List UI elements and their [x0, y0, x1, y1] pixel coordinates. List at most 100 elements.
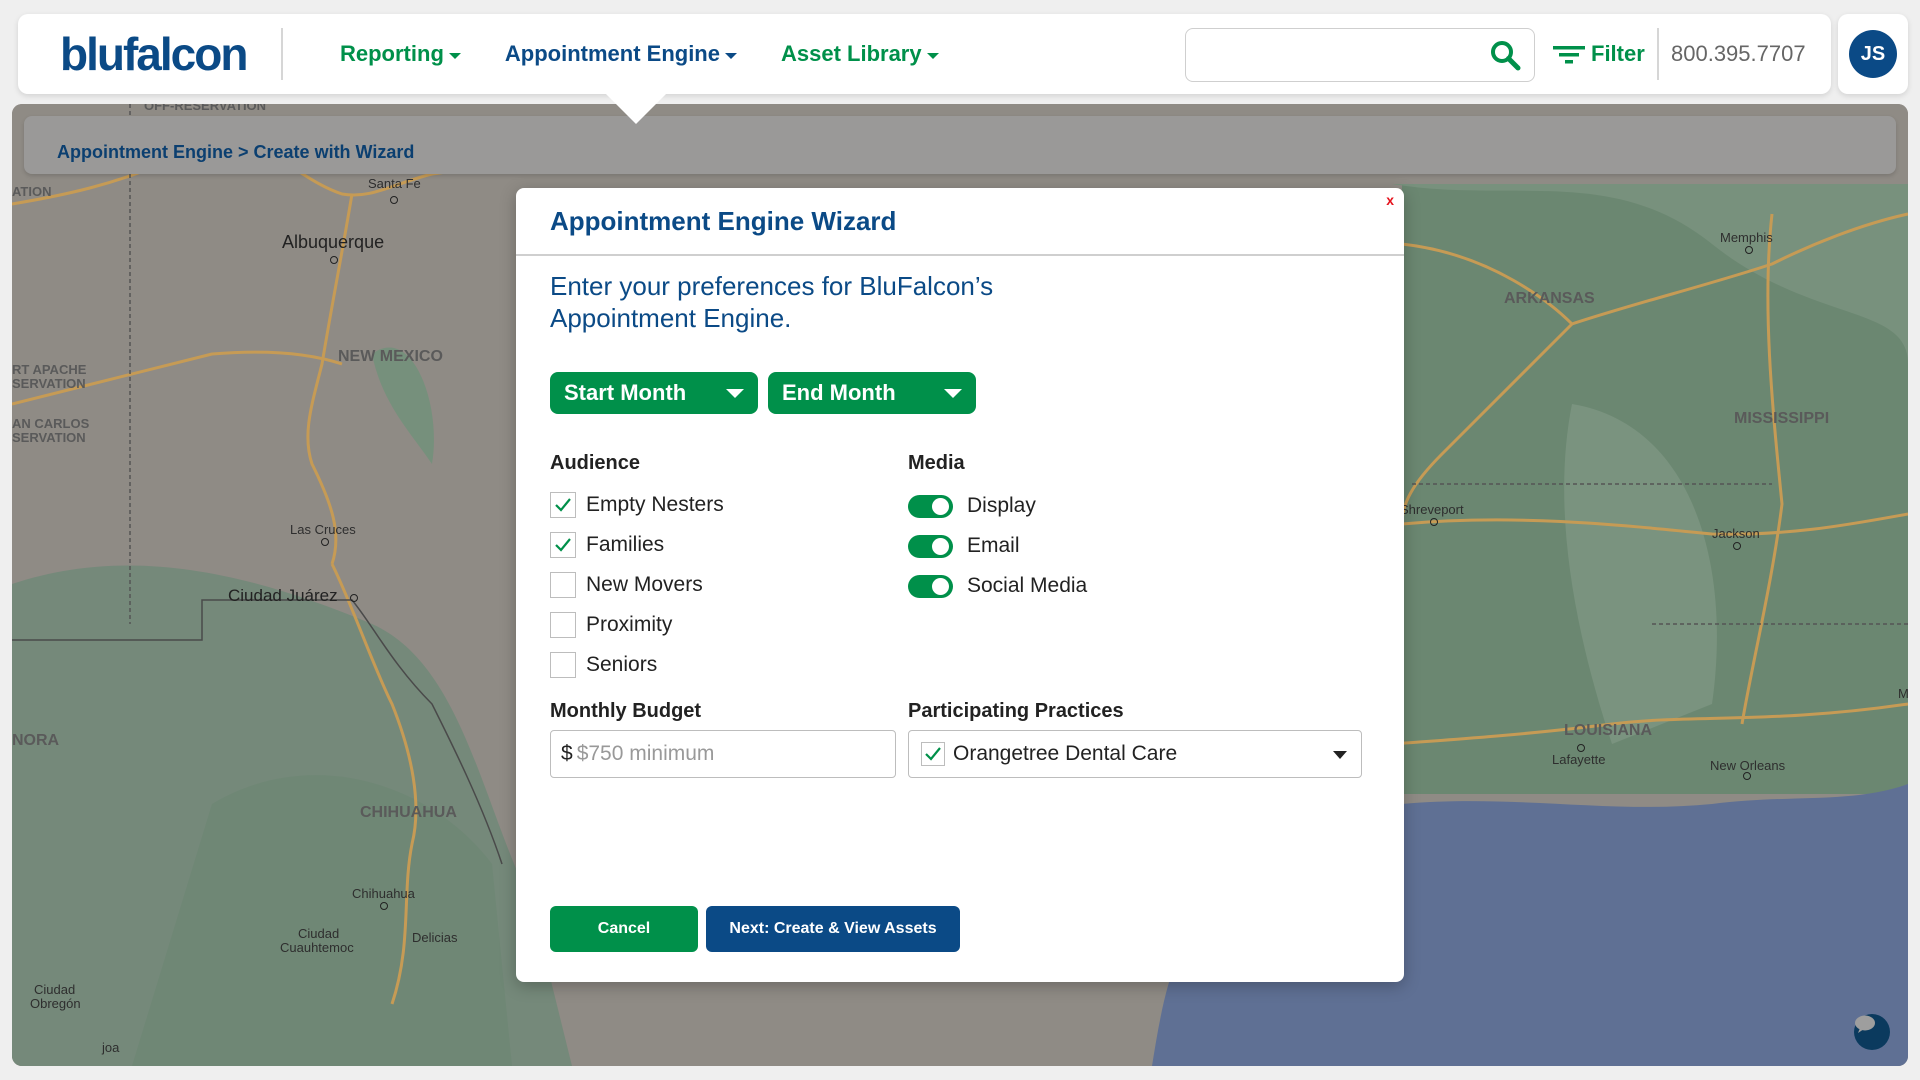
map-label-delicias: Delicias: [412, 930, 458, 945]
media-option[interactable]: Social Media: [908, 574, 1087, 598]
map-label-jackson: Jackson: [1712, 526, 1760, 541]
search-input[interactable]: [1198, 29, 1488, 79]
map-label-san-carlos-2: SERVATION: [12, 430, 86, 445]
modal-intro: Enter your preferences for BluFalcon’s A…: [550, 270, 1110, 334]
map-label-chihuahua-city: Chihuahua: [352, 886, 415, 901]
map-label-santa-fe: Santa Fe: [368, 176, 421, 191]
map-label-chihuahua-state: CHIHUAHUA: [360, 804, 457, 821]
filter-button[interactable]: Filter: [1553, 34, 1645, 74]
media-toggle[interactable]: [908, 574, 953, 598]
audience-option-label: Families: [586, 533, 665, 556]
map-label-obregon-2: Obregón: [30, 996, 81, 1011]
header-divider: [1657, 28, 1659, 80]
media-option-label: Display: [967, 494, 1036, 517]
intro-line-2: Appointment Engine.: [550, 303, 792, 333]
filter-label: Filter: [1591, 41, 1645, 66]
chevron-down-icon: [448, 53, 461, 59]
map-label-ciudad-juarez: Ciudad Juárez: [228, 586, 338, 605]
practice-checkbox[interactable]: [921, 742, 945, 766]
practice-selected-label: Orangetree Dental Care: [953, 742, 1178, 765]
map-city-dot: [1577, 744, 1585, 752]
avatar[interactable]: JS: [1849, 30, 1897, 78]
map-label-joa: joa: [102, 1040, 120, 1055]
audience-option[interactable]: New Movers: [550, 572, 703, 598]
audience-option-label: Seniors: [586, 653, 658, 676]
audience-option-label: New Movers: [586, 573, 703, 596]
nav-reporting[interactable]: Reporting: [340, 41, 461, 67]
breadcrumb: Appointment Engine > Create with Wizard: [57, 142, 414, 163]
chevron-down-icon: [724, 53, 737, 59]
next-create-view-assets-button[interactable]: Next: Create & View Assets: [706, 906, 960, 952]
audience-option-label: Proximity: [586, 613, 673, 636]
phone-number[interactable]: 800.395.7707: [1671, 14, 1806, 94]
map-label-new-orleans: New Orleans: [1710, 758, 1786, 773]
caret-down-icon: [726, 389, 744, 398]
participating-practices-select[interactable]: Orangetree Dental Care: [908, 730, 1362, 778]
appointment-engine-wizard-modal: x Appointment Engine Wizard Enter your p…: [516, 188, 1404, 982]
check-icon: [555, 538, 571, 552]
search-field: [1185, 28, 1535, 82]
map-city-dot: [330, 256, 338, 264]
monthly-budget-label: Monthly Budget: [550, 700, 702, 722]
nav-appointment-engine[interactable]: Appointment Engine: [505, 41, 737, 67]
media-toggle[interactable]: [908, 534, 953, 558]
chat-icon: [1855, 1015, 1875, 1033]
main-nav: Reporting Appointment Engine Asset Libra…: [340, 14, 939, 94]
map-label-memphis: Memphis: [1720, 230, 1773, 245]
brand-logo[interactable]: blufalcon: [60, 26, 248, 82]
end-month-dropdown[interactable]: End Month: [768, 372, 976, 414]
map-label-new-mexico: NEW MEXICO: [338, 348, 443, 365]
modal-divider: [516, 254, 1404, 256]
breadcrumb-separator: >: [238, 142, 249, 162]
currency-prefix: $: [561, 742, 573, 765]
map-label-cuauhtemoc-1: Ciudad: [298, 926, 340, 941]
user-menu[interactable]: JS: [1838, 14, 1908, 94]
cancel-button[interactable]: Cancel: [550, 906, 698, 952]
end-month-label: End Month: [782, 380, 896, 405]
map-label-off-reservation: OFF-RESERVATION: [144, 104, 267, 113]
audience-option[interactable]: Proximity: [550, 612, 672, 638]
media-option-label: Email: [967, 534, 1020, 557]
modal-title: Appointment Engine Wizard: [550, 206, 897, 236]
media-option[interactable]: Display: [908, 494, 1036, 518]
check-icon: [555, 498, 571, 512]
map-label-fort-apache-2: SERVATION: [12, 376, 86, 391]
map-label-cuauhtemoc-2: Cuauhtemoc: [280, 940, 354, 955]
media-label: Media: [908, 452, 965, 474]
audience-option[interactable]: Families: [550, 532, 664, 558]
audience-option[interactable]: Empty Nesters: [550, 492, 724, 518]
map-label-m-edge: M: [1898, 686, 1908, 701]
close-icon[interactable]: x: [1386, 192, 1394, 208]
media-option-label: Social Media: [967, 574, 1088, 597]
media-option[interactable]: Email: [908, 534, 1020, 558]
nav-asset-library-label: Asset Library: [780, 41, 922, 66]
audience-checkbox[interactable]: [550, 652, 576, 678]
nav-active-pointer: [606, 94, 666, 124]
chat-button[interactable]: [1854, 1014, 1890, 1050]
nav-appointment-engine-label: Appointment Engine: [504, 41, 720, 66]
filter-icon: [1553, 46, 1585, 64]
audience-checkbox[interactable]: [550, 532, 576, 558]
map-label-albuquerque: Albuquerque: [282, 232, 385, 252]
nav-asset-library[interactable]: Asset Library: [781, 41, 939, 67]
caret-down-icon: [944, 389, 962, 398]
audience-checkbox[interactable]: [550, 612, 576, 638]
audience-option[interactable]: Seniors: [550, 652, 657, 678]
media-toggle[interactable]: [908, 494, 953, 518]
map-label-sonora: NORA: [12, 732, 60, 749]
audience-checkbox[interactable]: [550, 492, 576, 518]
breadcrumb-parent[interactable]: Appointment Engine: [57, 142, 233, 162]
map-label-mississippi: MISSISSIPPI: [1734, 410, 1830, 427]
map-label-hopi: ATION: [12, 184, 52, 199]
map-label-louisiana: LOUISIANA: [1564, 722, 1652, 739]
check-icon: [925, 747, 941, 761]
start-month-dropdown[interactable]: Start Month: [550, 372, 758, 414]
map-label-obregon-1: Ciudad: [34, 982, 76, 997]
monthly-budget-input[interactable]: [576, 742, 877, 766]
map-city-dot: [321, 538, 329, 546]
map-label-san-carlos: AN CARLOS: [12, 416, 90, 431]
map-label-shreveport: Shreveport: [1400, 502, 1464, 517]
participating-practices-label: Participating Practices: [908, 700, 1124, 722]
audience-checkbox[interactable]: [550, 572, 576, 598]
search-icon[interactable]: [1488, 39, 1522, 73]
